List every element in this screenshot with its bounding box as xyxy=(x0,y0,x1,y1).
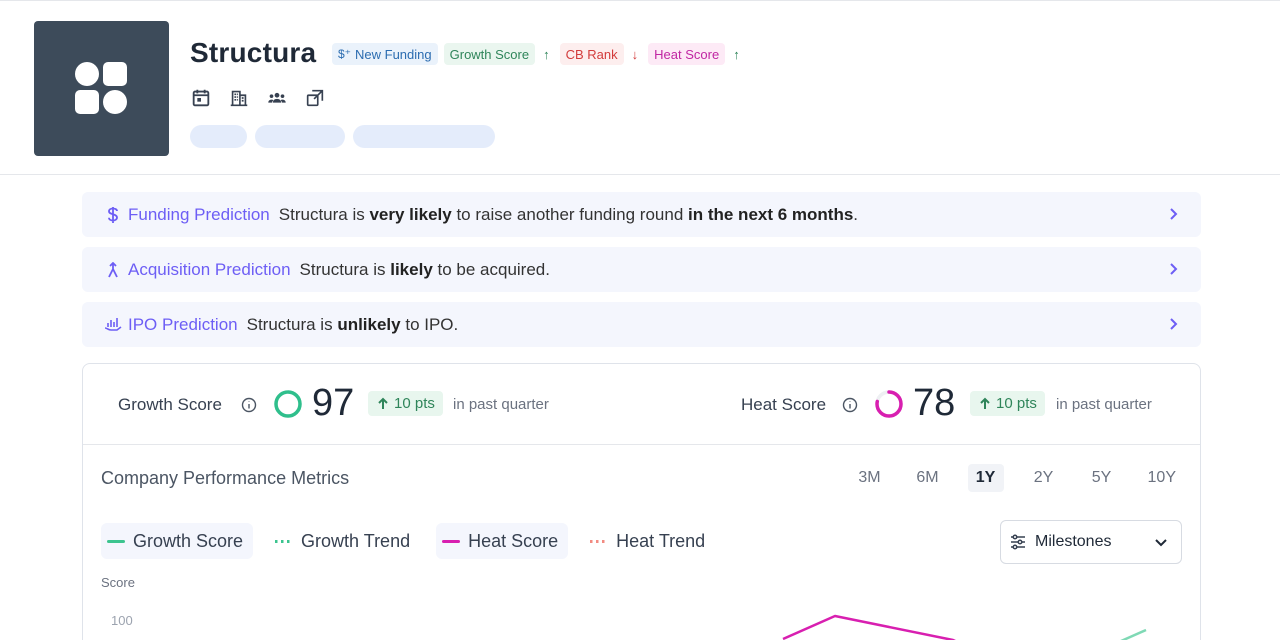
arrow-down-icon: ↓ xyxy=(631,46,639,62)
growth-score-value: 97 xyxy=(312,382,355,424)
tag-pill xyxy=(190,125,247,148)
growth-score-line xyxy=(1120,628,1147,640)
legend-swatch xyxy=(442,539,461,543)
dollar-icon xyxy=(102,204,124,226)
tag-placeholders xyxy=(190,125,495,148)
funding-prediction-row[interactable]: Funding Prediction Structura is very lik… xyxy=(82,192,1201,237)
heat-period: in past quarter xyxy=(1056,396,1152,413)
company-logo xyxy=(34,21,169,156)
info-icon[interactable] xyxy=(241,397,257,413)
arrow-up-icon xyxy=(980,397,990,409)
chevron-down-icon xyxy=(1155,539,1167,547)
arrow-up-icon: ↑ xyxy=(733,46,740,62)
external-link-icon[interactable] xyxy=(304,87,326,109)
range-10y[interactable]: 10Y xyxy=(1142,464,1182,492)
prediction-text: Structura is very likely to raise anothe… xyxy=(278,204,859,224)
growth-period: in past quarter xyxy=(453,396,549,413)
chevron-right-icon[interactable] xyxy=(1163,259,1183,279)
growth-delta-badge: 10 pts xyxy=(368,391,443,416)
people-icon[interactable] xyxy=(266,87,288,109)
prediction-text: Structura is unlikely to IPO. xyxy=(246,314,459,334)
calendar-icon[interactable] xyxy=(190,87,212,109)
building-icon[interactable] xyxy=(228,87,250,109)
sliders-icon xyxy=(1011,534,1025,550)
prediction-text: Structura is likely to be acquired. xyxy=(299,259,550,279)
heat-score-ring xyxy=(875,390,903,418)
new-funding-badge[interactable]: $⁺ New Funding xyxy=(332,43,438,65)
heat-score-badge[interactable]: Heat Score xyxy=(648,43,726,65)
legend-swatch xyxy=(590,539,609,543)
score-card: Growth Score 97 10 pts in past quarter H… xyxy=(82,363,1201,640)
growth-score-badge[interactable]: Growth Score xyxy=(443,43,536,65)
ipo-prediction-row[interactable]: IPO Prediction Structura is unlikely to … xyxy=(82,302,1201,347)
score-summary: Growth Score 97 10 pts in past quarter H… xyxy=(83,364,1200,445)
milestones-dropdown[interactable]: Milestones xyxy=(1000,520,1182,564)
range-6m[interactable]: 6M xyxy=(910,464,946,492)
legend-heat-score[interactable]: Heat Score xyxy=(436,523,569,559)
company-name: Structura xyxy=(190,37,317,68)
merge-icon xyxy=(102,259,124,281)
legend-growth-score[interactable]: Growth Score xyxy=(101,523,254,559)
company-header: Structura $⁺ New Funding Growth Score ↑ … xyxy=(0,1,1280,175)
growth-score-ring xyxy=(274,390,302,418)
arrow-up-icon xyxy=(378,397,388,409)
company-badges: $⁺ New Funding Growth Score ↑ CB Rank ↓ … xyxy=(332,43,744,65)
y-axis-tick: 100 xyxy=(111,613,133,628)
range-3m[interactable]: 3M xyxy=(852,464,888,492)
metrics-title: Company Performance Metrics xyxy=(101,468,350,488)
range-1y[interactable]: 1Y xyxy=(967,464,1004,492)
dollar-plus-icon: $⁺ xyxy=(338,47,352,61)
tag-pill xyxy=(255,125,345,148)
cb-rank-badge[interactable]: CB Rank xyxy=(559,43,624,65)
legend-swatch xyxy=(275,539,294,543)
y-axis-title: Score xyxy=(101,575,135,590)
chevron-right-icon[interactable] xyxy=(1163,314,1183,334)
info-icon[interactable] xyxy=(842,397,858,413)
growth-score-label: Growth Score xyxy=(118,395,222,414)
chevron-right-icon[interactable] xyxy=(1163,204,1183,224)
acquisition-prediction-row[interactable]: Acquisition Prediction Structura is like… xyxy=(82,247,1201,292)
legend-swatch xyxy=(107,539,125,543)
arrow-up-icon: ↑ xyxy=(543,46,550,62)
heat-score-value: 78 xyxy=(913,382,956,424)
tag-pill xyxy=(353,125,495,148)
chart-legend: Growth Score Growth Trend Heat Score Hea… xyxy=(101,523,715,559)
range-2y[interactable]: 2Y xyxy=(1026,464,1062,492)
legend-heat-trend[interactable]: Heat Trend xyxy=(584,523,715,559)
heat-delta-badge: 10 pts xyxy=(970,391,1045,416)
chart-hand-icon xyxy=(102,314,124,336)
legend-growth-trend[interactable]: Growth Trend xyxy=(269,523,420,559)
range-5y[interactable]: 5Y xyxy=(1084,464,1120,492)
quick-icons xyxy=(190,87,326,109)
heat-score-line xyxy=(782,614,956,640)
heat-score-label: Heat Score xyxy=(741,395,827,414)
time-range-selector: 3M 6M 1Y 2Y 5Y 10Y xyxy=(852,464,1182,492)
